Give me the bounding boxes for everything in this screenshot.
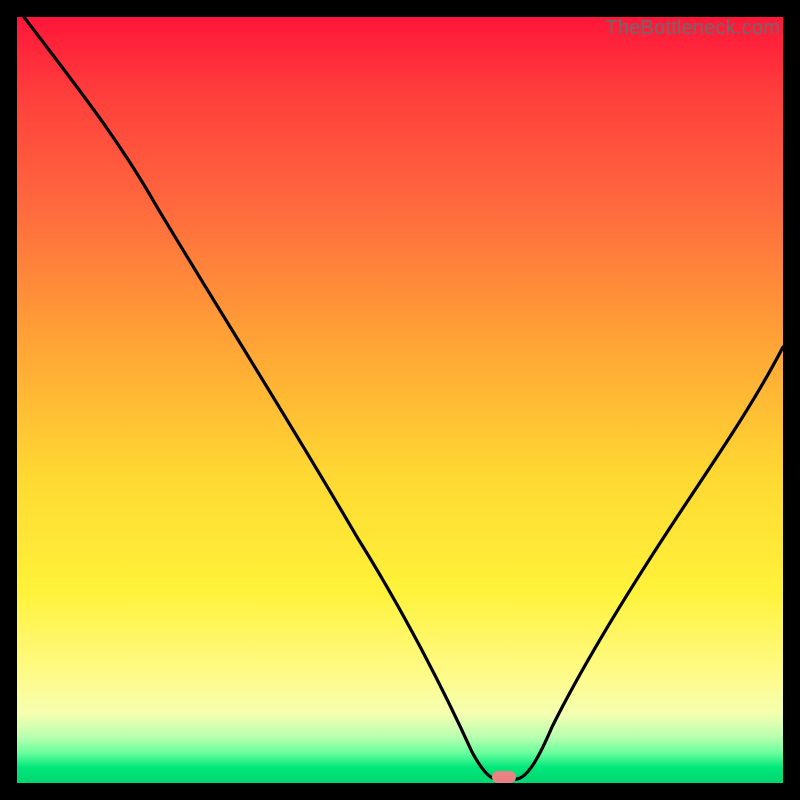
optimal-point-marker (492, 771, 516, 783)
chart-frame: TheBottleneck.com (0, 0, 800, 800)
watermark-text: TheBottleneck.com (605, 17, 780, 40)
plot-area: TheBottleneck.com (17, 17, 783, 783)
bottleneck-curve (17, 17, 783, 783)
